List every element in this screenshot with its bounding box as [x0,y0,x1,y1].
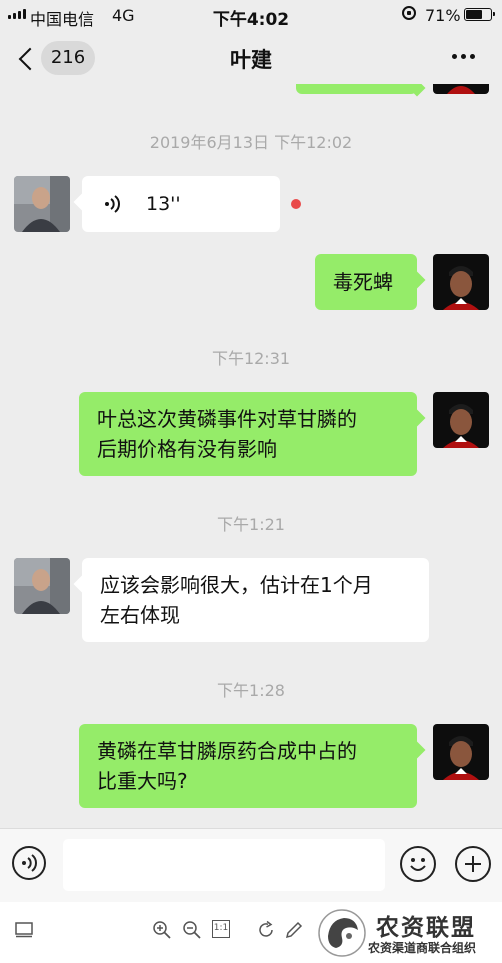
screen-icon[interactable] [15,921,33,939]
watermark-logo: 农资联盟 农资渠道商联合组织 [316,906,502,960]
voice-input-button[interactable] [12,846,46,880]
rotation-lock-icon [402,6,416,20]
watermark-subtitle: 农资渠道商联合组织 [368,941,477,955]
battery-fill [466,10,483,19]
message-timestamp: 下午12:31 [211,349,291,368]
chat-header: 216 叶建 [0,32,502,84]
my-avatar[interactable] [433,84,489,94]
zoom-out-icon[interactable] [182,920,202,940]
back-chevron-icon[interactable] [16,44,38,72]
incoming-message-bubble[interactable]: 应该会影响很大，估计在1个月 左右体现 [82,558,429,642]
message-input[interactable] [63,839,385,891]
contact-avatar[interactable] [14,558,70,614]
status-bar: 中国电信 4G 下午4:02 71% [0,0,502,32]
ram-logo-icon [318,909,366,957]
rotate-icon[interactable] [256,920,276,940]
message-list[interactable]: 2019年6月13日 下午12:02 13'' 毒死蜱 下午12:31 叶总这次… [0,84,502,828]
message-line: 叶总这次黄磷事件对草甘膦的 [97,407,357,431]
voice-wave-icon [22,854,37,872]
my-avatar[interactable] [433,392,489,448]
my-avatar[interactable] [433,724,489,780]
outgoing-message-bubble[interactable]: 叶总这次黄磷事件对草甘膦的 后期价格有没有影响 [79,392,417,476]
unread-count-badge[interactable]: 216 [41,41,95,75]
message-line: 后期价格有没有影响 [97,437,277,461]
actual-size-label: 1:1 [213,923,229,933]
message-line: 黄磷在草甘膦原药合成中占的 [97,739,357,763]
watermark-title: 农资联盟 [376,914,476,941]
battery-percent: 71% [425,6,461,25]
actual-size-icon[interactable]: 1:1 [212,920,230,938]
message-timestamp: 2019年6月13日 下午12:02 [149,133,353,152]
contact-avatar[interactable] [14,176,70,232]
voice-wave-icon [105,195,120,213]
unread-voice-dot [291,199,301,209]
voice-duration: 13'' [146,193,181,215]
outgoing-message-bubble[interactable]: 黄磷在草甘膦原药合成中占的 比重大吗? [79,724,417,808]
message-line: 应该会影响很大，估计在1个月 [100,573,373,597]
message-line: 比重大吗? [97,769,188,793]
my-avatar[interactable] [433,254,489,310]
input-bar [0,828,502,903]
zoom-in-icon[interactable] [152,920,172,940]
battery-icon [464,8,495,21]
pencil-icon[interactable] [284,920,304,940]
previous-message-bubble[interactable] [296,84,417,94]
smiley-icon [410,858,426,871]
message-timestamp: 下午1:21 [217,515,285,534]
more-dots-icon[interactable] [452,54,475,59]
message-line: 左右体现 [100,603,180,627]
plus-icon[interactable] [455,846,491,882]
emoji-button[interactable] [400,846,436,882]
message-timestamp: 下午1:28 [217,681,285,700]
voice-message-bubble[interactable]: 13'' [82,176,280,232]
viewer-toolbar: 1:1 农资联盟 农资渠道商联合组织 [0,902,502,963]
outgoing-message-bubble[interactable]: 毒死蜱 [315,254,417,310]
message-text: 毒死蜱 [333,270,393,294]
